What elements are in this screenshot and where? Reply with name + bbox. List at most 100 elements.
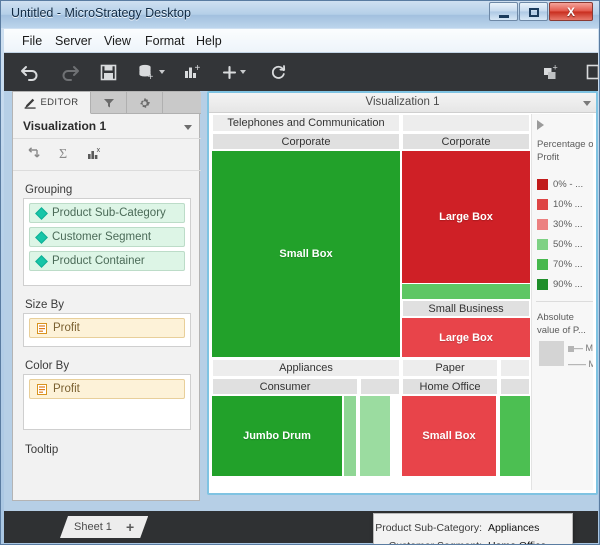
field-chip-profit[interactable]: Profit bbox=[29, 318, 185, 338]
swap-rows-columns-icon[interactable] bbox=[27, 145, 43, 166]
size-by-dropzone[interactable]: Profit bbox=[23, 313, 191, 347]
menu-item-view[interactable]: View bbox=[100, 33, 135, 49]
tab-editor[interactable]: EDITOR bbox=[13, 92, 91, 114]
tooltip-row: Product Sub-Category:Appliances bbox=[374, 522, 572, 540]
editor-tab-strip: EDITOR bbox=[13, 92, 201, 114]
group-home-office[interactable]: Home Office bbox=[402, 378, 498, 395]
legend-size-mark-label: M bbox=[589, 359, 593, 369]
tooltip-key: Customer Segment: bbox=[374, 540, 482, 545]
add-icon bbox=[222, 65, 237, 80]
minimize-icon bbox=[499, 15, 509, 18]
cell-large-box-corporate[interactable]: Large Box bbox=[402, 151, 530, 283]
share-icon: + bbox=[542, 64, 560, 81]
undo-button[interactable] bbox=[20, 59, 40, 85]
field-chip-profit[interactable]: Profit bbox=[29, 379, 185, 399]
legend-entry[interactable]: 50% ... bbox=[537, 237, 583, 251]
svg-text:Σ: Σ bbox=[59, 147, 67, 161]
maximize-icon bbox=[529, 8, 539, 17]
group-paper[interactable]: Paper bbox=[402, 359, 498, 377]
panel-button[interactable] bbox=[586, 59, 600, 85]
close-button[interactable]: X bbox=[549, 2, 593, 21]
cell-light-green-sliver-1[interactable] bbox=[344, 396, 356, 476]
workspace: EDITOR Visualization 1 bbox=[4, 91, 598, 511]
metrics-chart-icon[interactable]: x bbox=[87, 145, 103, 166]
menu-item-format[interactable]: Format bbox=[141, 33, 189, 49]
refresh-button[interactable] bbox=[270, 59, 287, 85]
legend-title: Percentage of Profit bbox=[537, 138, 593, 164]
cell-small-box-paper[interactable]: Small Box bbox=[402, 396, 496, 476]
cell-jumbo-drum[interactable]: Jumbo Drum bbox=[212, 396, 342, 476]
share-button[interactable]: + bbox=[542, 59, 560, 85]
attribute-icon bbox=[35, 207, 48, 220]
legend-size-mark: —— M bbox=[568, 359, 593, 369]
group-corporate-left[interactable]: Corporate bbox=[212, 133, 400, 150]
cell-medium-box-green[interactable] bbox=[500, 396, 530, 476]
menu-item-file[interactable]: File bbox=[18, 33, 46, 49]
title-bar: Untitled - MicroStrategy Desktop X bbox=[1, 1, 600, 28]
save-button[interactable] bbox=[100, 59, 117, 85]
cell-unnamed-green-strip[interactable] bbox=[402, 284, 530, 299]
legend-entry-label: 30% ... bbox=[553, 219, 583, 230]
save-icon bbox=[100, 64, 117, 81]
field-chip-product-sub-category[interactable]: Product Sub-Category bbox=[29, 203, 185, 223]
add-visualization-button[interactable]: + bbox=[184, 59, 202, 85]
cell-large-box-small-business[interactable]: Large Box bbox=[402, 318, 530, 357]
legend-size-mark-label: M bbox=[586, 343, 593, 353]
chevron-down-icon[interactable] bbox=[583, 101, 591, 106]
group-appliances[interactable]: Appliances bbox=[212, 359, 400, 377]
pencil-icon bbox=[24, 97, 36, 109]
attribute-icon bbox=[35, 231, 48, 244]
redo-button[interactable] bbox=[60, 59, 80, 85]
cell-light-green-sliver-2[interactable] bbox=[360, 396, 390, 476]
group-small-business[interactable]: Small Business bbox=[402, 300, 530, 317]
visualization-selector[interactable]: Visualization 1 bbox=[13, 114, 201, 139]
field-chip-customer-segment[interactable]: Customer Segment bbox=[29, 227, 185, 247]
maximize-button[interactable] bbox=[519, 2, 548, 21]
toolbar: + + + bbox=[4, 53, 598, 91]
add-button[interactable] bbox=[222, 59, 246, 85]
totals-sigma-icon[interactable]: Σ bbox=[57, 145, 73, 166]
field-chip-label: Product Container bbox=[52, 255, 145, 267]
legend-entry[interactable]: 90% ... bbox=[537, 277, 583, 291]
add-dataset-button[interactable]: + bbox=[138, 59, 165, 85]
chevron-down-icon[interactable] bbox=[240, 70, 246, 74]
group-blank-paper-right[interactable] bbox=[500, 359, 530, 377]
legend-swatch bbox=[537, 259, 548, 270]
svg-text:+: + bbox=[148, 72, 154, 81]
group-blank-home-office-right[interactable] bbox=[500, 378, 530, 395]
menu-item-help[interactable]: Help bbox=[192, 33, 226, 49]
color-by-dropzone[interactable]: Profit bbox=[23, 374, 191, 430]
legend-entry[interactable]: 0% - ... bbox=[537, 177, 583, 191]
tab-settings[interactable] bbox=[127, 92, 163, 114]
legend-entry[interactable]: 10% ... bbox=[537, 197, 583, 211]
editor-icon-row: Σ x bbox=[13, 139, 201, 171]
application-window: Untitled - MicroStrategy Desktop X File S… bbox=[0, 0, 600, 545]
group-consumer[interactable]: Consumer bbox=[212, 378, 358, 395]
group-blank-right-top[interactable] bbox=[402, 114, 530, 132]
field-chip-label: Product Sub-Category bbox=[52, 207, 166, 219]
grouping-dropzone[interactable]: Product Sub-Category Customer Segment Prod… bbox=[23, 198, 191, 286]
legend-size-swatch bbox=[539, 341, 564, 366]
tooltip-value: Home Office bbox=[488, 540, 546, 545]
menu-item-server[interactable]: Server bbox=[51, 33, 96, 49]
group-blank-consumer-right[interactable] bbox=[360, 378, 400, 395]
legend-entry-label: 70% ... bbox=[553, 259, 583, 270]
treemap-chart[interactable]: Telephones and CommunicationCorporateCor… bbox=[212, 114, 532, 490]
field-chip-product-container[interactable]: Product Container bbox=[29, 251, 185, 271]
legend-entry[interactable]: 30% ... bbox=[537, 217, 583, 231]
cell-small-box-telephones[interactable]: Small Box bbox=[212, 151, 400, 357]
group-corporate-right[interactable]: Corporate bbox=[402, 133, 530, 150]
field-chip-label: Profit bbox=[53, 383, 80, 395]
legend-entry[interactable]: 70% ... bbox=[537, 257, 583, 271]
attribute-icon bbox=[35, 255, 48, 268]
sheet-tab-label: Sheet 1 bbox=[74, 521, 112, 533]
legend-size-title: Absolute value of P... bbox=[537, 311, 593, 337]
metric-icon bbox=[37, 384, 47, 395]
minimize-button[interactable] bbox=[489, 2, 518, 21]
group-telephones-and-communication[interactable]: Telephones and Communication bbox=[212, 114, 400, 132]
tab-filter[interactable] bbox=[91, 92, 127, 114]
tooltip-section-label: Tooltip bbox=[25, 444, 58, 456]
color-by-label: Color By bbox=[25, 360, 69, 372]
legend-collapse-icon[interactable] bbox=[537, 120, 544, 130]
chevron-down-icon[interactable] bbox=[159, 70, 165, 74]
